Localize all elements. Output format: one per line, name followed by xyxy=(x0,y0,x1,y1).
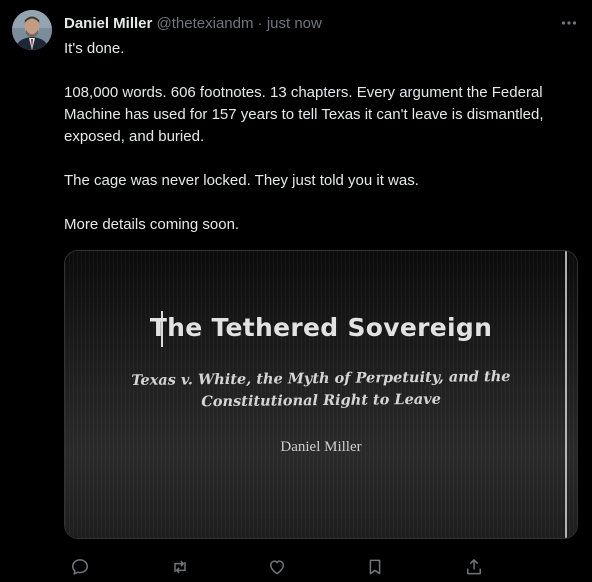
screen-edge xyxy=(565,251,567,538)
heart-icon xyxy=(270,560,284,575)
book-subtitle: Texas v. White, the Myth of Perpetuity, … xyxy=(105,366,537,415)
reply-button[interactable] xyxy=(68,555,92,579)
avatar-image xyxy=(12,10,52,50)
post-media-image[interactable]: The Tethered Sovereign Texas v. White, t… xyxy=(64,250,578,539)
action-bar xyxy=(64,555,494,579)
post-paragraph-3: The cage was never locked. They just tol… xyxy=(64,172,419,189)
book-author: Daniel Miller xyxy=(280,439,362,455)
like-button[interactable] xyxy=(265,555,289,579)
book-subtitle-line-1: Texas v. White, the Myth of Perpetuity, … xyxy=(131,368,511,389)
more-icon xyxy=(561,21,577,25)
post-header: Daniel Miller @thetexiandm · just now xyxy=(64,14,552,34)
share-button[interactable] xyxy=(462,555,486,579)
post-paragraph-2: 108,000 words. 606 footnotes. 13 chapter… xyxy=(64,84,544,145)
more-options-button[interactable] xyxy=(558,12,580,34)
bookmark-button[interactable] xyxy=(363,555,387,579)
separator-dot: · xyxy=(257,15,263,32)
author-handle[interactable]: @thetexiandm xyxy=(157,15,254,32)
post-paragraph-4: More details coming soon. xyxy=(64,216,240,233)
share-icon xyxy=(467,559,481,575)
book-subtitle-line-2: Constitutional Right to Leave xyxy=(201,390,441,411)
timestamp[interactable]: just now xyxy=(267,15,322,32)
avatar[interactable] xyxy=(12,10,52,50)
book-title: The Tethered Sovereign xyxy=(149,313,493,342)
repost-icon xyxy=(174,560,186,574)
reply-icon xyxy=(72,559,88,575)
repost-button[interactable] xyxy=(168,555,192,579)
post: Daniel Miller @thetexiandm · just now It… xyxy=(0,0,592,582)
bookmark-icon xyxy=(369,559,381,575)
author-name[interactable]: Daniel Miller xyxy=(64,15,152,32)
post-paragraph-1: It's done. xyxy=(64,40,125,57)
post-text: It's done. 108,000 words. 606 footnotes.… xyxy=(64,38,574,236)
